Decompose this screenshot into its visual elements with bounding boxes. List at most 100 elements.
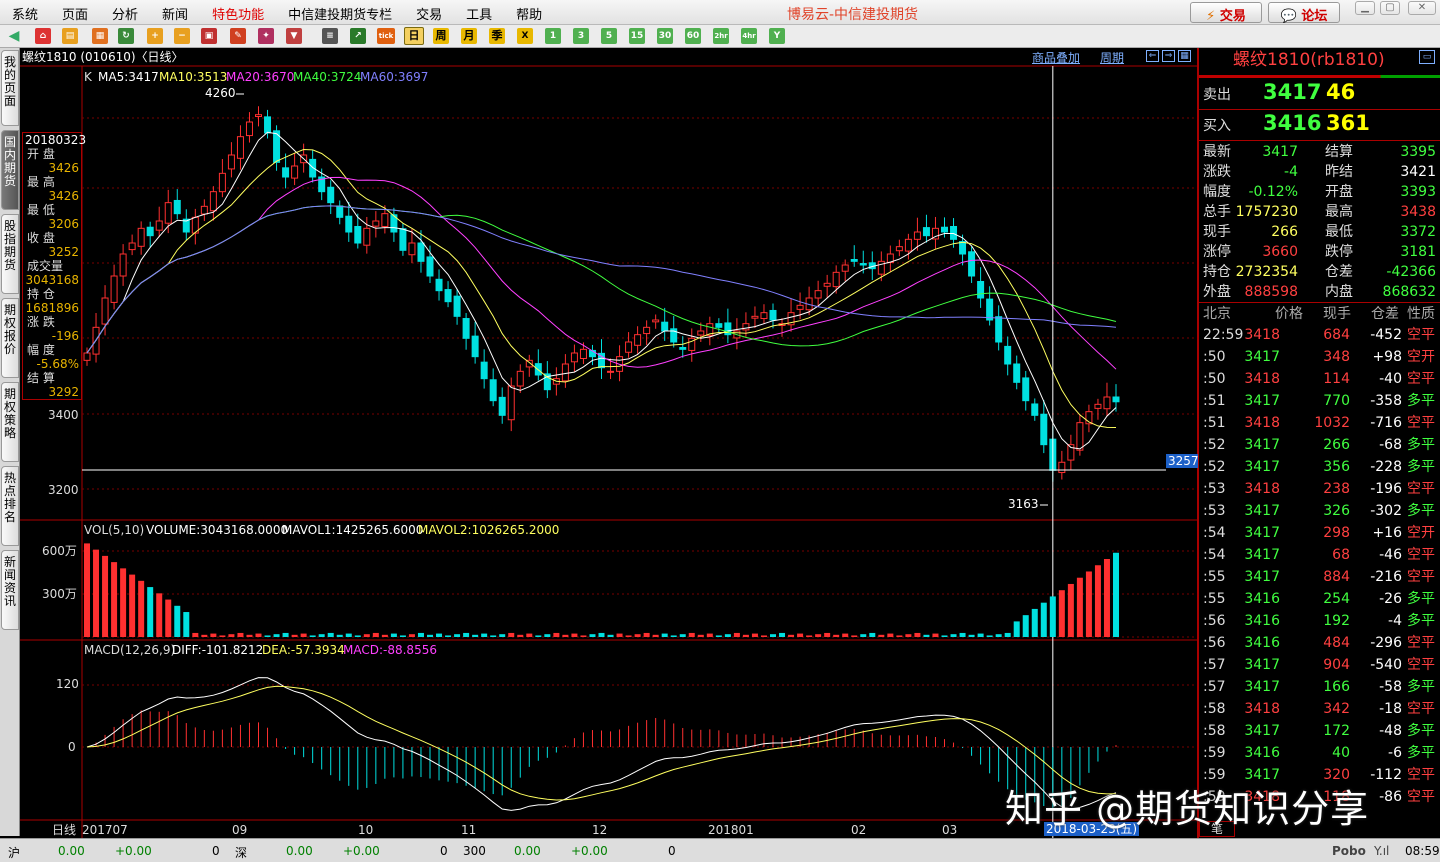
menu-help[interactable]: 帮助: [504, 0, 554, 25]
volume-bar: [318, 634, 325, 637]
period-year-button[interactable]: Y: [769, 28, 785, 44]
home-icon[interactable]: ⌂: [35, 28, 51, 44]
ma60-line: [86, 205, 1117, 354]
scroll-right-icon[interactable]: ⇒: [1162, 50, 1175, 62]
period-1min-button[interactable]: 1: [545, 28, 561, 44]
x-period-label: 日线: [52, 823, 77, 837]
period-link[interactable]: 周期: [1100, 51, 1124, 65]
stat-value: 868632: [1382, 284, 1436, 300]
tick-cell: 348: [1323, 349, 1350, 365]
period-week-button[interactable]: 周: [433, 28, 449, 44]
window-icon[interactable]: ▣: [201, 28, 217, 44]
tab-news[interactable]: 新闻资讯: [1, 550, 19, 630]
back-arrow-icon[interactable]: ◀: [6, 28, 22, 44]
tab-option-strategy[interactable]: 期权策略: [1, 382, 19, 462]
period-4hr-button[interactable]: 4hr: [741, 28, 757, 44]
tick-cell: :57: [1203, 657, 1226, 673]
period-30min-button[interactable]: 30: [657, 28, 673, 44]
period-2hr-button[interactable]: 2hr: [713, 28, 729, 44]
tick-cell: -302: [1370, 503, 1402, 519]
volume-bar: [950, 634, 957, 637]
overlay-link[interactable]: 商品叠加: [1032, 51, 1080, 65]
menu-trade[interactable]: 交易: [404, 0, 454, 25]
brush-icon[interactable]: ✦: [258, 28, 274, 44]
tab-option-quotes[interactable]: 期权报价: [1, 298, 19, 378]
maximize-button[interactable]: ▢: [1380, 1, 1400, 15]
volume-bar: [824, 632, 831, 637]
zoom-in-icon[interactable]: +: [147, 28, 163, 44]
stat-value: 3438: [1400, 204, 1436, 220]
tab-domestic-futures[interactable]: 国内期货: [1, 130, 19, 210]
candle-body: [444, 289, 452, 303]
trade-button[interactable]: ⚡ 交易: [1190, 2, 1262, 24]
volume-bar: [219, 635, 226, 637]
tick-cell: -452: [1370, 327, 1402, 343]
refresh-icon[interactable]: ↻: [118, 28, 134, 44]
period-15min-button[interactable]: 15: [629, 28, 645, 44]
volume-bar: [228, 634, 235, 637]
info-oi-label: 持 仓: [27, 287, 55, 301]
tick-cell: -46: [1379, 547, 1402, 563]
period-60min-button[interactable]: 60: [685, 28, 701, 44]
menu-system[interactable]: 系统: [0, 0, 50, 25]
tab-index-futures[interactable]: 股指期货: [1, 214, 19, 294]
chart-title: 螺纹1810 (010610)〈日线〉: [22, 50, 184, 64]
list-icon[interactable]: ≡: [322, 28, 338, 44]
period-season-button[interactable]: 季: [489, 28, 505, 44]
volume-bar: [408, 634, 415, 637]
status-bar: 沪 0.00 +0.00 0 深 0.00 +0.00 0 300 0.00 +…: [0, 838, 1440, 862]
stat-label: 总手: [1203, 204, 1231, 220]
kline-chart-svg: [20, 65, 1198, 838]
chart-line-icon[interactable]: ↗: [350, 28, 366, 44]
menu-tools[interactable]: 工具: [454, 0, 504, 25]
volume-bar: [1067, 583, 1074, 637]
tick-cell: 172: [1323, 723, 1350, 739]
period-day-button[interactable]: 日: [404, 27, 424, 45]
tick-cell: 192: [1323, 613, 1350, 629]
ma10-line: [86, 148, 1117, 428]
tick-cell: :55: [1203, 591, 1226, 607]
minimize-button[interactable]: ▁: [1355, 1, 1375, 15]
volume-bar: [806, 635, 813, 637]
menu-features[interactable]: 特色功能: [200, 0, 276, 25]
folder-icon[interactable]: ▤: [62, 28, 78, 44]
menu-news[interactable]: 新闻: [150, 0, 200, 25]
volume-bar: [327, 632, 334, 637]
candle-body: [345, 215, 353, 233]
chart-area[interactable]: 螺纹1810 (010610)〈日线〉 商品叠加 周期 ⇐ ⇒ ▦ K MA5:…: [20, 48, 1201, 838]
candle-body: [877, 260, 885, 275]
period-5min-button[interactable]: 5: [601, 28, 617, 44]
info-pct-value: -5.68%: [36, 357, 79, 371]
tick-cell: :56: [1203, 613, 1226, 629]
menu-column[interactable]: 中信建投期货专栏: [276, 0, 404, 25]
panel-toggle-icon[interactable]: ▭: [1419, 50, 1435, 64]
menu-analysis[interactable]: 分析: [100, 0, 150, 25]
candle-body: [255, 114, 262, 117]
period-custom-button[interactable]: X: [517, 28, 533, 44]
filter-icon[interactable]: ▼: [286, 28, 302, 44]
forum-button[interactable]: 💬 论坛: [1268, 2, 1340, 24]
tab-my-page[interactable]: 我的页面: [1, 50, 19, 126]
draw-pen-icon[interactable]: ✎: [230, 28, 246, 44]
candle-body: [1103, 396, 1111, 410]
tab-hot-ranking[interactable]: 热点排名: [1, 466, 19, 546]
tick-cell: 68: [1332, 547, 1350, 563]
candle-body: [1004, 345, 1012, 365]
candle-body: [462, 318, 470, 339]
layout-icon[interactable]: ▦: [92, 28, 108, 44]
tick-chart-button[interactable]: tick: [377, 28, 395, 44]
tick-cell: -48: [1379, 723, 1402, 739]
close-button[interactable]: ✕: [1408, 1, 1436, 15]
quote-title: 螺纹1810(rb1810): [1233, 50, 1385, 70]
period-3min-button[interactable]: 3: [573, 28, 589, 44]
tick-cell: 3416: [1244, 591, 1280, 607]
zoom-out-icon[interactable]: −: [174, 28, 190, 44]
scroll-left-icon[interactable]: ⇐: [1146, 50, 1159, 62]
tick-cell: 3417: [1244, 657, 1280, 673]
tick-cell: 空平: [1407, 701, 1435, 717]
stat-value: -0.12%: [1248, 184, 1298, 200]
quote-panel: 螺纹1810(rb1810) ▭ 卖出 3417 46 买入 3416 361 …: [1198, 48, 1440, 838]
period-month-button[interactable]: 月: [461, 28, 477, 44]
menu-page[interactable]: 页面: [50, 0, 100, 25]
grid-toggle-icon[interactable]: ▦: [1178, 50, 1191, 62]
